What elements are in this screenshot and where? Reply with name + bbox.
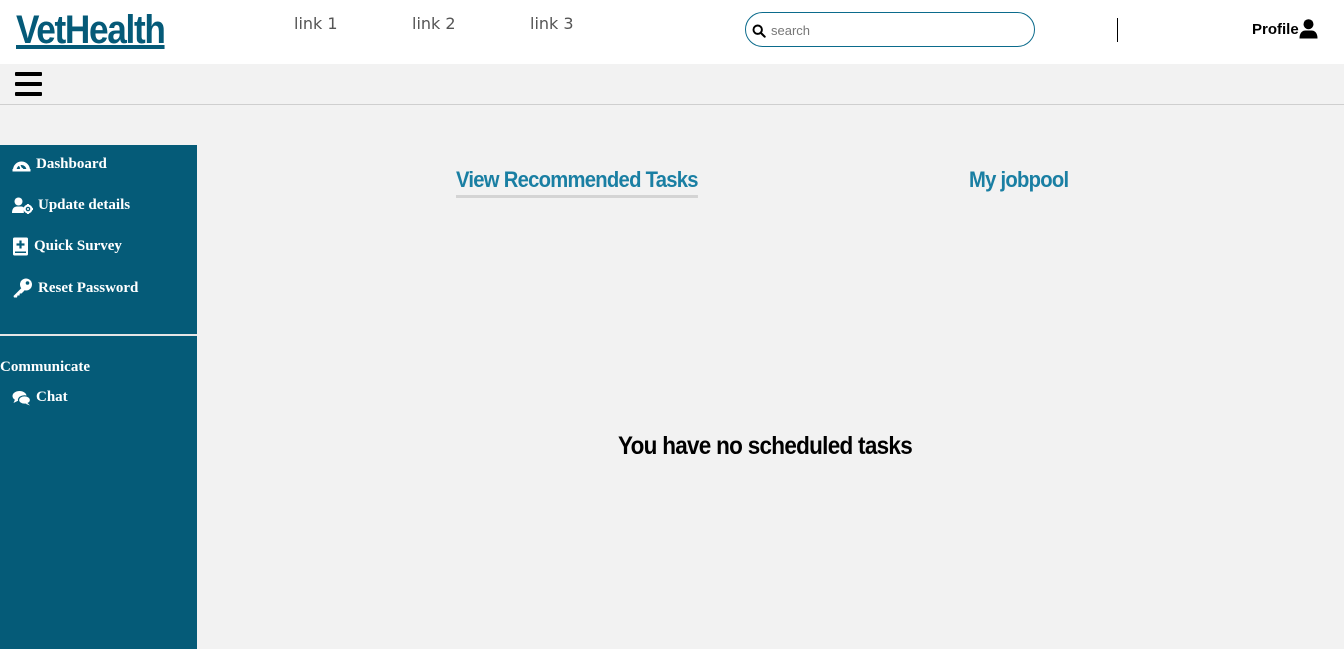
dashboard-icon	[12, 161, 31, 172]
brand-logo[interactable]: VetHealth	[16, 8, 166, 53]
search-box	[745, 12, 1035, 47]
sidebar-item-label: Chat	[36, 389, 68, 405]
sidebar-section-heading: Communicate	[0, 359, 90, 375]
top-navbar: VetHealth link 1 link 2 link 3 Profile	[0, 0, 1344, 64]
sidebar-item-quick-survey[interactable]: Quick Survey	[12, 237, 122, 256]
sidebar-item-label: Dashboard	[36, 156, 107, 172]
user-icon	[1299, 19, 1318, 39]
search-icon[interactable]	[752, 24, 766, 38]
sidebar-item-dashboard[interactable]: Dashboard	[12, 156, 107, 173]
key-icon	[13, 278, 32, 298]
sidebar-item-label: Reset Password	[38, 279, 139, 296]
profile-label: Profile	[1252, 20, 1299, 38]
empty-state-message: You have no scheduled tasks	[618, 432, 913, 460]
sidebar-item-label: Quick Survey	[34, 238, 122, 254]
sidebar: Dashboard Update details Quick Survey Re…	[0, 145, 197, 649]
sidebar-divider	[0, 334, 197, 336]
medical-book-icon	[13, 237, 28, 256]
profile-button[interactable]: Profile	[1252, 19, 1318, 39]
sidebar-item-label: Update details	[38, 197, 131, 213]
nav-link-2[interactable]: link 2	[412, 14, 456, 33]
nav-link-1[interactable]: link 1	[294, 14, 338, 33]
hamburger-menu-icon[interactable]	[15, 72, 42, 96]
user-cog-icon	[12, 197, 33, 214]
search-input[interactable]	[771, 20, 1021, 40]
sidebar-item-reset-password[interactable]: Reset Password	[12, 278, 138, 298]
tab-my-jobpool[interactable]: My jobpool	[969, 167, 1069, 193]
chat-icon	[12, 390, 31, 405]
sidebar-item-chat[interactable]: Chat	[12, 389, 68, 406]
toolbar	[0, 64, 1344, 105]
navbar-divider	[1117, 18, 1118, 42]
nav-link-3[interactable]: link 3	[530, 14, 574, 33]
sidebar-item-update-details[interactable]: Update details	[12, 197, 130, 214]
tab-view-recommended-tasks[interactable]: View Recommended Tasks	[456, 167, 699, 198]
